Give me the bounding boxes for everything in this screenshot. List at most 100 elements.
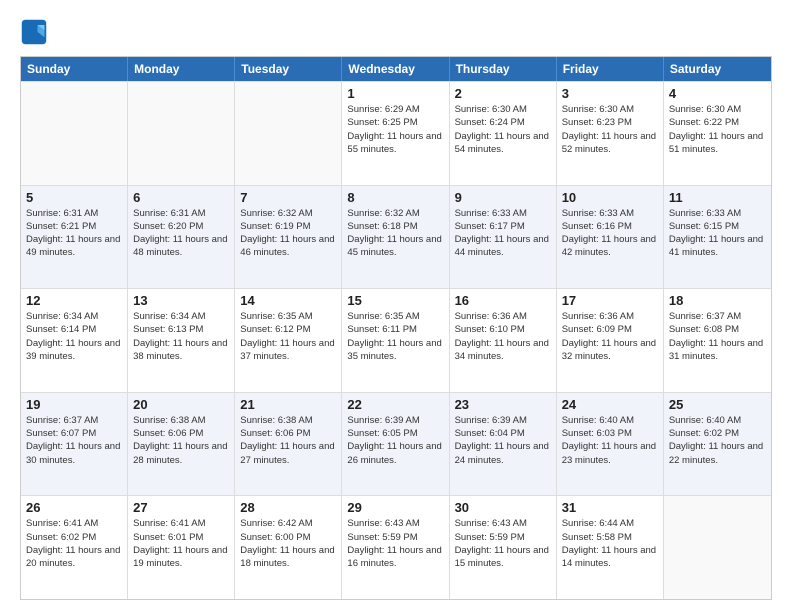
- cell-sun-info: Sunrise: 6:39 AM Sunset: 6:05 PM Dayligh…: [347, 414, 443, 467]
- cell-day-number: 20: [133, 397, 229, 412]
- calendar-cell: 4 Sunrise: 6:30 AM Sunset: 6:22 PM Daylig…: [664, 82, 771, 185]
- cell-sun-info: Sunrise: 6:43 AM Sunset: 5:59 PM Dayligh…: [455, 517, 551, 570]
- cell-sun-info: Sunrise: 6:34 AM Sunset: 6:13 PM Dayligh…: [133, 310, 229, 363]
- cell-sun-info: Sunrise: 6:40 AM Sunset: 6:03 PM Dayligh…: [562, 414, 658, 467]
- weekday-header: Friday: [557, 57, 664, 81]
- cell-sun-info: Sunrise: 6:37 AM Sunset: 6:08 PM Dayligh…: [669, 310, 766, 363]
- cell-day-number: 23: [455, 397, 551, 412]
- calendar-cell: 31 Sunrise: 6:44 AM Sunset: 5:58 PM Dayli…: [557, 496, 664, 599]
- logo: [20, 18, 52, 46]
- cell-day-number: 5: [26, 190, 122, 205]
- cell-day-number: 18: [669, 293, 766, 308]
- cell-sun-info: Sunrise: 6:36 AM Sunset: 6:10 PM Dayligh…: [455, 310, 551, 363]
- cell-day-number: 21: [240, 397, 336, 412]
- cell-day-number: 15: [347, 293, 443, 308]
- cell-sun-info: Sunrise: 6:30 AM Sunset: 6:22 PM Dayligh…: [669, 103, 766, 156]
- calendar-cell: 27 Sunrise: 6:41 AM Sunset: 6:01 PM Dayli…: [128, 496, 235, 599]
- cell-day-number: 9: [455, 190, 551, 205]
- calendar-cell: 16 Sunrise: 6:36 AM Sunset: 6:10 PM Dayli…: [450, 289, 557, 392]
- cell-sun-info: Sunrise: 6:38 AM Sunset: 6:06 PM Dayligh…: [240, 414, 336, 467]
- cell-sun-info: Sunrise: 6:40 AM Sunset: 6:02 PM Dayligh…: [669, 414, 766, 467]
- calendar-cell: 10 Sunrise: 6:33 AM Sunset: 6:16 PM Dayli…: [557, 186, 664, 289]
- cell-day-number: 19: [26, 397, 122, 412]
- calendar-cell: 8Sunrise: 6:32 AM Sunset: 6:18 PM Daylig…: [342, 186, 449, 289]
- cell-day-number: 30: [455, 500, 551, 515]
- cell-day-number: 13: [133, 293, 229, 308]
- calendar-cell: [235, 82, 342, 185]
- cell-day-number: 10: [562, 190, 658, 205]
- calendar-cell: 14 Sunrise: 6:35 AM Sunset: 6:12 PM Dayli…: [235, 289, 342, 392]
- calendar-cell: 9 Sunrise: 6:33 AM Sunset: 6:17 PM Daylig…: [450, 186, 557, 289]
- cell-day-number: 6: [133, 190, 229, 205]
- cell-sun-info: Sunrise: 6:33 AM Sunset: 6:17 PM Dayligh…: [455, 207, 551, 260]
- weekday-header: Monday: [128, 57, 235, 81]
- cell-sun-info: Sunrise: 6:43 AM Sunset: 5:59 PM Dayligh…: [347, 517, 443, 570]
- cell-day-number: 25: [669, 397, 766, 412]
- weekday-header: Sunday: [21, 57, 128, 81]
- cell-day-number: 14: [240, 293, 336, 308]
- cell-day-number: 31: [562, 500, 658, 515]
- cell-sun-info: Sunrise: 6:41 AM Sunset: 6:01 PM Dayligh…: [133, 517, 229, 570]
- calendar-row: 12 Sunrise: 6:34 AM Sunset: 6:14 PM Dayli…: [21, 288, 771, 392]
- calendar-body: 1 Sunrise: 6:29 AM Sunset: 6:25 PM Daylig…: [21, 81, 771, 599]
- cell-sun-info: Sunrise: 6:42 AM Sunset: 6:00 PM Dayligh…: [240, 517, 336, 570]
- calendar-cell: 15 Sunrise: 6:35 AM Sunset: 6:11 PM Dayli…: [342, 289, 449, 392]
- cell-day-number: 27: [133, 500, 229, 515]
- cell-day-number: 2: [455, 86, 551, 101]
- calendar-cell: 19 Sunrise: 6:37 AM Sunset: 6:07 PM Dayli…: [21, 393, 128, 496]
- calendar: SundayMondayTuesdayWednesdayThursdayFrid…: [20, 56, 772, 600]
- calendar-cell: 18 Sunrise: 6:37 AM Sunset: 6:08 PM Dayli…: [664, 289, 771, 392]
- calendar-cell: 3 Sunrise: 6:30 AM Sunset: 6:23 PM Daylig…: [557, 82, 664, 185]
- weekday-header: Thursday: [450, 57, 557, 81]
- calendar-cell: 7 Sunrise: 6:32 AM Sunset: 6:19 PM Daylig…: [235, 186, 342, 289]
- cell-day-number: 4: [669, 86, 766, 101]
- calendar-cell: 17 Sunrise: 6:36 AM Sunset: 6:09 PM Dayli…: [557, 289, 664, 392]
- cell-day-number: 24: [562, 397, 658, 412]
- calendar-cell: 1 Sunrise: 6:29 AM Sunset: 6:25 PM Daylig…: [342, 82, 449, 185]
- cell-day-number: 17: [562, 293, 658, 308]
- calendar-row: 26Sunrise: 6:41 AM Sunset: 6:02 PM Dayli…: [21, 495, 771, 599]
- cell-day-number: 28: [240, 500, 336, 515]
- calendar-cell: [664, 496, 771, 599]
- calendar-cell: 2Sunrise: 6:30 AM Sunset: 6:24 PM Daylig…: [450, 82, 557, 185]
- cell-day-number: 3: [562, 86, 658, 101]
- cell-sun-info: Sunrise: 6:32 AM Sunset: 6:18 PM Dayligh…: [347, 207, 443, 260]
- calendar-cell: 12 Sunrise: 6:34 AM Sunset: 6:14 PM Dayli…: [21, 289, 128, 392]
- cell-sun-info: Sunrise: 6:31 AM Sunset: 6:21 PM Dayligh…: [26, 207, 122, 260]
- cell-sun-info: Sunrise: 6:44 AM Sunset: 5:58 PM Dayligh…: [562, 517, 658, 570]
- calendar-row: 5 Sunrise: 6:31 AM Sunset: 6:21 PM Daylig…: [21, 185, 771, 289]
- calendar-cell: 20 Sunrise: 6:38 AM Sunset: 6:06 PM Dayli…: [128, 393, 235, 496]
- cell-sun-info: Sunrise: 6:31 AM Sunset: 6:20 PM Dayligh…: [133, 207, 229, 260]
- cell-day-number: 12: [26, 293, 122, 308]
- calendar-cell: 6 Sunrise: 6:31 AM Sunset: 6:20 PM Daylig…: [128, 186, 235, 289]
- cell-day-number: 7: [240, 190, 336, 205]
- cell-sun-info: Sunrise: 6:38 AM Sunset: 6:06 PM Dayligh…: [133, 414, 229, 467]
- cell-sun-info: Sunrise: 6:30 AM Sunset: 6:23 PM Dayligh…: [562, 103, 658, 156]
- cell-day-number: 22: [347, 397, 443, 412]
- cell-sun-info: Sunrise: 6:34 AM Sunset: 6:14 PM Dayligh…: [26, 310, 122, 363]
- calendar-row: 1 Sunrise: 6:29 AM Sunset: 6:25 PM Daylig…: [21, 81, 771, 185]
- cell-sun-info: Sunrise: 6:29 AM Sunset: 6:25 PM Dayligh…: [347, 103, 443, 156]
- cell-sun-info: Sunrise: 6:37 AM Sunset: 6:07 PM Dayligh…: [26, 414, 122, 467]
- cell-sun-info: Sunrise: 6:41 AM Sunset: 6:02 PM Dayligh…: [26, 517, 122, 570]
- cell-sun-info: Sunrise: 6:36 AM Sunset: 6:09 PM Dayligh…: [562, 310, 658, 363]
- cell-day-number: 11: [669, 190, 766, 205]
- cell-sun-info: Sunrise: 6:35 AM Sunset: 6:12 PM Dayligh…: [240, 310, 336, 363]
- header: [20, 18, 772, 46]
- cell-sun-info: Sunrise: 6:35 AM Sunset: 6:11 PM Dayligh…: [347, 310, 443, 363]
- cell-day-number: 1: [347, 86, 443, 101]
- calendar-cell: [21, 82, 128, 185]
- cell-sun-info: Sunrise: 6:33 AM Sunset: 6:15 PM Dayligh…: [669, 207, 766, 260]
- cell-sun-info: Sunrise: 6:32 AM Sunset: 6:19 PM Dayligh…: [240, 207, 336, 260]
- calendar-cell: 30 Sunrise: 6:43 AM Sunset: 5:59 PM Dayli…: [450, 496, 557, 599]
- calendar-cell: 21 Sunrise: 6:38 AM Sunset: 6:06 PM Dayli…: [235, 393, 342, 496]
- calendar-cell: 29Sunrise: 6:43 AM Sunset: 5:59 PM Dayli…: [342, 496, 449, 599]
- calendar-cell: 11 Sunrise: 6:33 AM Sunset: 6:15 PM Dayli…: [664, 186, 771, 289]
- cell-sun-info: Sunrise: 6:33 AM Sunset: 6:16 PM Dayligh…: [562, 207, 658, 260]
- weekday-header: Tuesday: [235, 57, 342, 81]
- cell-day-number: 16: [455, 293, 551, 308]
- weekday-header: Saturday: [664, 57, 771, 81]
- calendar-cell: 13 Sunrise: 6:34 AM Sunset: 6:13 PM Dayli…: [128, 289, 235, 392]
- calendar-cell: 26Sunrise: 6:41 AM Sunset: 6:02 PM Dayli…: [21, 496, 128, 599]
- calendar-cell: 25 Sunrise: 6:40 AM Sunset: 6:02 PM Dayli…: [664, 393, 771, 496]
